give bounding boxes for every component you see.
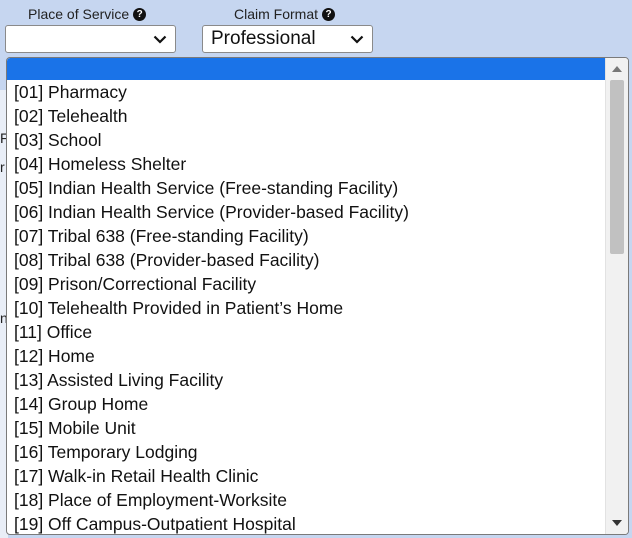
dropdown-options: [01] Pharmacy [02] Telehealth [03] Schoo… — [7, 58, 607, 534]
dropdown-option-blank[interactable] — [7, 58, 607, 80]
dropdown-option[interactable]: [14] Group Home — [7, 392, 607, 416]
chevron-down-icon — [347, 29, 367, 49]
dropdown-option[interactable]: [08] Tribal 638 (Provider-based Facility… — [7, 248, 607, 272]
claim-format-selected-value: Professional — [211, 28, 316, 49]
dropdown-option[interactable]: [16] Temporary Lodging — [7, 440, 607, 464]
dropdown-option[interactable]: [05] Indian Health Service (Free-standin… — [7, 176, 607, 200]
place-of-service-label: Place of Service ? — [28, 5, 147, 23]
claim-format-select[interactable]: Professional — [202, 25, 373, 53]
dropdown-option[interactable]: [10] Telehealth Provided in Patient’s Ho… — [7, 296, 607, 320]
dropdown-option[interactable]: [18] Place of Employment-Worksite — [7, 488, 607, 512]
dropdown-option[interactable]: [11] Office — [7, 320, 607, 344]
dropdown-scrollbar[interactable] — [605, 58, 628, 534]
dropdown-option[interactable]: [01] Pharmacy — [7, 80, 607, 104]
place-of-service-select[interactable] — [5, 25, 176, 53]
scroll-up-arrow-icon[interactable] — [606, 60, 628, 78]
dropdown-option[interactable]: [17] Walk-in Retail Health Clinic — [7, 464, 607, 488]
dropdown-option[interactable]: [09] Prison/Correctional Facility — [7, 272, 607, 296]
dropdown-option[interactable]: [19] Off Campus-Outpatient Hospital — [7, 512, 607, 534]
scroll-down-arrow-icon[interactable] — [606, 514, 628, 532]
dropdown-option[interactable]: [15] Mobile Unit — [7, 416, 607, 440]
dropdown-option[interactable]: [02] Telehealth — [7, 104, 607, 128]
dropdown-option[interactable]: [12] Home — [7, 344, 607, 368]
question-circle-icon[interactable]: ? — [133, 7, 147, 21]
place-of-service-label-text: Place of Service — [28, 6, 130, 22]
claim-format-label-text: Claim Format — [234, 6, 319, 22]
dropdown-option[interactable]: [04] Homeless Shelter — [7, 152, 607, 176]
place-of-service-dropdown-list[interactable]: [01] Pharmacy [02] Telehealth [03] Schoo… — [6, 57, 629, 535]
scrollbar-thumb[interactable] — [610, 80, 624, 254]
claim-format-label: Claim Format ? — [234, 5, 336, 23]
dropdown-option[interactable]: [06] Indian Health Service (Provider-bas… — [7, 200, 607, 224]
chevron-down-icon — [150, 29, 170, 49]
dropdown-option[interactable]: [03] School — [7, 128, 607, 152]
question-circle-icon[interactable]: ? — [322, 7, 336, 21]
dropdown-option[interactable]: [13] Assisted Living Facility — [7, 368, 607, 392]
dropdown-option[interactable]: [07] Tribal 638 (Free-standing Facility) — [7, 224, 607, 248]
